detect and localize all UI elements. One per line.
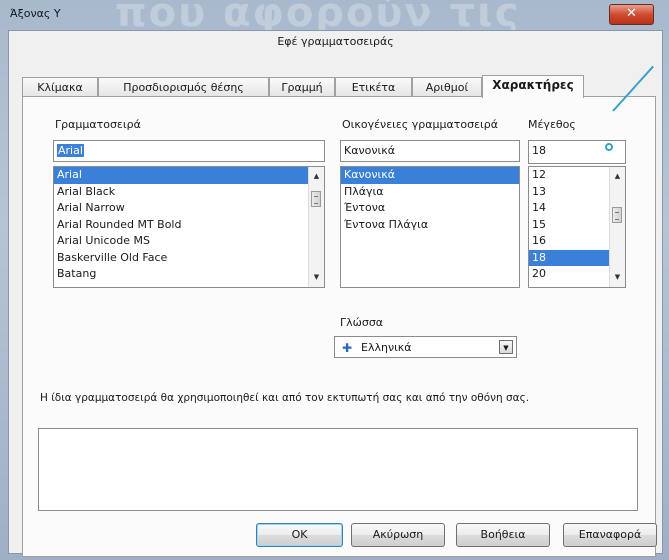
close-icon: ✕ <box>626 6 637 21</box>
tab-scale[interactable]: Κλίμακα <box>22 77 98 97</box>
tab-label: Κλίμακα <box>37 81 83 94</box>
font-style-value: Κανονικά <box>344 144 395 157</box>
tab-label: Προσδιορισμός θέσης <box>123 81 244 94</box>
scroll-down-icon[interactable]: ▼ <box>309 270 324 285</box>
font-style-label-text: Οικογένειες γραμματοσειρά <box>342 118 498 131</box>
list-item[interactable]: Batang <box>54 266 324 283</box>
list-item[interactable]: Arial Black <box>54 184 324 201</box>
language-value: Ελληνικά <box>361 341 412 354</box>
tab-label[interactable]: Ετικέτα <box>335 77 412 97</box>
font-label-text: Γραμματοσειρά <box>55 118 141 131</box>
list-item[interactable]: Arial Narrow <box>54 200 324 217</box>
callout-dot <box>605 143 613 151</box>
font-size-label: Μέγεθος <box>528 118 576 131</box>
scroll-up-icon[interactable]: ▲ <box>309 169 324 184</box>
close-button[interactable]: ✕ <box>609 4 654 25</box>
reset-button-label: Επαναφορά <box>578 528 642 541</box>
list-item[interactable]: Κανονικά <box>341 167 519 184</box>
tab-label: Αριθμοί <box>425 81 469 94</box>
font-listbox[interactable]: Arial Arial Black Arial Narrow Arial Rou… <box>53 166 325 288</box>
list-item[interactable]: Arial Rounded MT Bold <box>54 217 324 234</box>
font-style-listbox[interactable]: Κανονικά Πλάγια Έντονα Έντονα Πλάγια <box>340 166 520 288</box>
font-name-value: Arial <box>57 144 84 157</box>
list-item[interactable]: Baskerville Old Face <box>54 250 324 267</box>
ok-button-label: OK <box>291 528 308 541</box>
font-size-label-text: Μέγεθος <box>528 118 576 131</box>
tab-characters[interactable]: Χαρακτήρες <box>482 75 584 98</box>
tab-label: Γραμμή <box>281 81 323 94</box>
font-size-listbox[interactable]: 12 13 14 15 16 18 20 ▲ ▼ <box>528 166 626 288</box>
cancel-button[interactable]: Ακύρωση <box>351 523 445 547</box>
scroll-down-icon[interactable]: ▼ <box>610 270 625 285</box>
font-style-input[interactable]: Κανονικά <box>340 140 520 162</box>
help-button[interactable]: Βοήθεια <box>456 523 550 547</box>
help-button-label: Βοήθεια <box>480 528 526 541</box>
language-flag-icon: ✚ <box>342 341 353 355</box>
language-label: Γλώσσα <box>340 316 383 329</box>
list-item[interactable]: Έντονα <box>341 200 519 217</box>
dialog-heading: Εφέ γραμματοσειράς <box>277 35 394 48</box>
list-item[interactable]: Πλάγια <box>341 184 519 201</box>
tab-line[interactable]: Γραμμή <box>269 77 335 97</box>
reset-button[interactable]: Επαναφορά <box>563 523 657 547</box>
tab-strip: Κλίμακα Προσδιορισμός θέσης Γραμμή Ετικέ… <box>22 75 654 98</box>
size-list-scrollbar[interactable]: ▲ ▼ <box>609 167 625 287</box>
scroll-up-icon[interactable]: ▲ <box>610 169 625 184</box>
font-size-value: 18 <box>532 144 546 157</box>
scroll-thumb[interactable] <box>311 191 321 207</box>
ok-button[interactable]: OK <box>256 523 343 547</box>
language-label-text: Γλώσσα <box>340 316 384 329</box>
font-name-input[interactable]: Arial <box>53 140 325 162</box>
list-item[interactable]: Arial Unicode MS <box>54 233 324 250</box>
font-style-label: Οικογένειες γραμματοσειρά <box>342 118 498 131</box>
font-list-scrollbar[interactable]: ▲ ▼ <box>308 167 324 287</box>
scroll-thumb[interactable] <box>612 207 622 223</box>
list-item[interactable]: Arial <box>54 167 324 184</box>
language-select[interactable]: ✚ Ελληνικά ▼ <box>334 336 517 358</box>
tab-label: Χαρακτήρες <box>492 78 574 92</box>
title-bar[interactable]: που αφορούν τις Άξονας Υ ✕ <box>0 0 669 36</box>
dialog-window: που αφορούν τις Άξονας Υ ✕ Εφέ γραμματοσ… <box>0 0 669 560</box>
cancel-button-label: Ακύρωση <box>372 528 424 541</box>
tab-numbers[interactable]: Αριθμοί <box>412 77 482 97</box>
font-preview-box <box>38 428 638 511</box>
window-title: Άξονας Υ <box>10 7 61 20</box>
list-item[interactable]: Έντονα Πλάγια <box>341 217 519 234</box>
font-info-text: Η ίδια γραμματοσειρά θα χρησιμοποιηθεί κ… <box>40 392 530 404</box>
font-label: Γραμματοσειρά <box>55 118 141 131</box>
chevron-down-icon[interactable]: ▼ <box>499 340 513 354</box>
tab-positioning[interactable]: Προσδιορισμός θέσης <box>98 77 269 97</box>
tab-label: Ετικέτα <box>351 81 396 94</box>
